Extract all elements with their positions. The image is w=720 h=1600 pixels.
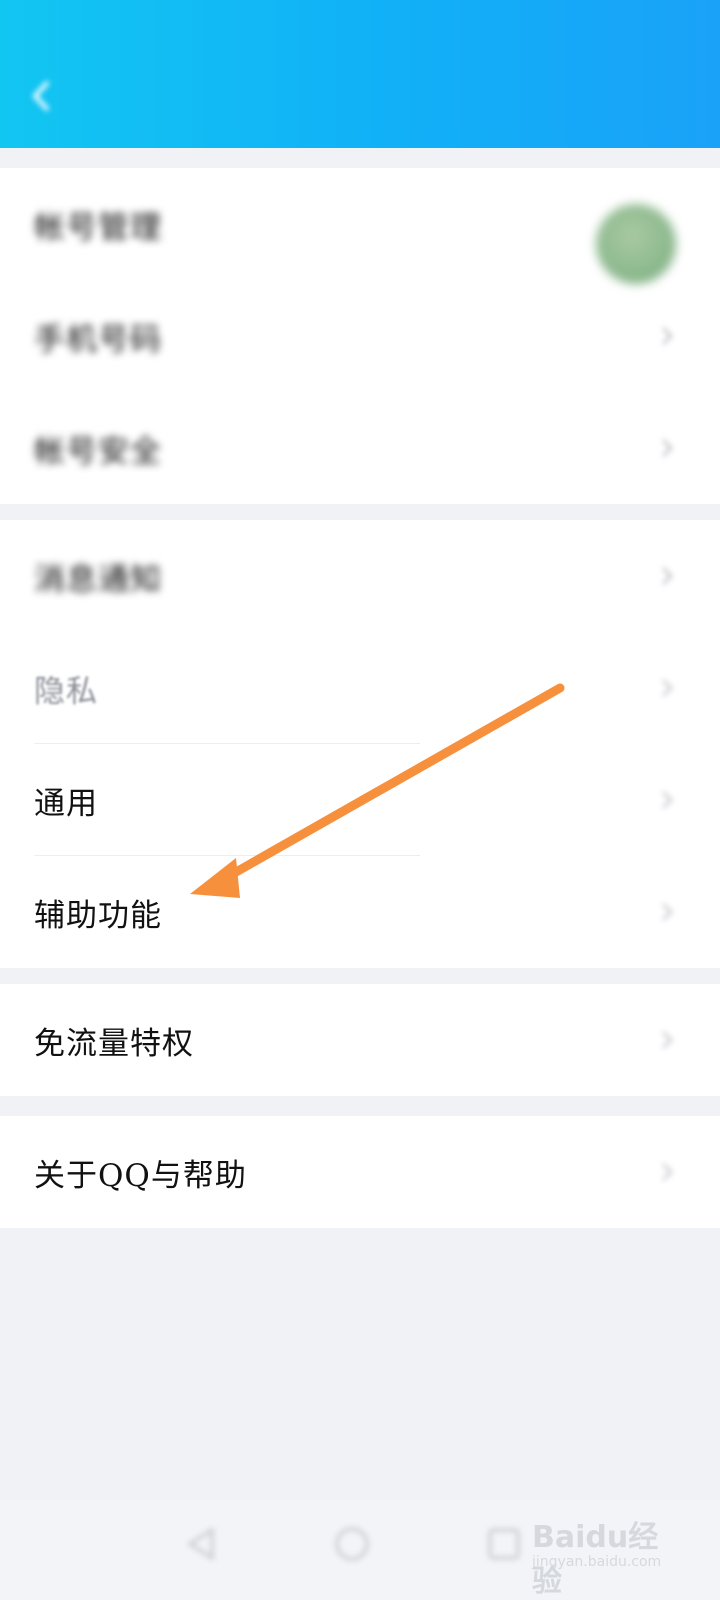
settings-row-notifications[interactable]: 消息通知	[0, 520, 720, 632]
row-label: 帐号安全	[34, 433, 162, 470]
settings-row-general[interactable]: 通用	[0, 744, 720, 856]
row-label: 辅助功能	[34, 897, 162, 934]
settings-row-account-management[interactable]: 帐号管理	[0, 168, 720, 284]
app-header	[0, 0, 720, 148]
chevron-right-icon	[662, 679, 673, 697]
row-label: 关于QQ与帮助	[34, 1157, 247, 1194]
chevron-right-icon	[662, 1163, 673, 1181]
settings-row-phone[interactable]: 手机号码	[0, 280, 720, 392]
chevron-right-icon	[662, 439, 673, 457]
chevron-right-icon	[662, 327, 673, 345]
row-label: 消息通知	[34, 561, 162, 598]
row-label: 免流量特权	[34, 1025, 194, 1062]
system-nav-bar: Baidu经验 jingyan.baidu.com	[0, 1500, 720, 1600]
settings-row-about[interactable]: 关于QQ与帮助	[0, 1116, 720, 1228]
watermark-url: jingyan.baidu.com	[532, 1554, 662, 1570]
settings-group-about: 关于QQ与帮助	[0, 1116, 720, 1228]
nav-home-icon[interactable]	[332, 1524, 372, 1564]
nav-recent-icon[interactable]	[484, 1524, 524, 1564]
chevron-right-icon	[662, 791, 673, 809]
row-label: 手机号码	[34, 321, 162, 358]
chevron-right-icon	[662, 1031, 673, 1049]
settings-row-accessibility[interactable]: 辅助功能	[0, 856, 720, 968]
avatar[interactable]	[596, 204, 676, 284]
settings-group-data: 免流量特权	[0, 984, 720, 1096]
row-label: 通用	[34, 785, 98, 822]
back-arrow-icon[interactable]	[30, 78, 54, 114]
baidu-watermark: Baidu经验 jingyan.baidu.com	[532, 1512, 682, 1599]
settings-row-account-security[interactable]: 帐号安全	[0, 392, 720, 504]
settings-group-general: 消息通知 隐私 通用 辅助功能	[0, 520, 720, 968]
settings-row-privacy[interactable]: 隐私	[0, 632, 720, 744]
chevron-right-icon	[662, 903, 673, 921]
row-label: 帐号管理	[34, 209, 162, 246]
status-bar	[0, 0, 720, 50]
row-label: 隐私	[34, 673, 98, 710]
settings-row-free-data[interactable]: 免流量特权	[0, 984, 720, 1096]
chevron-right-icon	[662, 567, 673, 585]
nav-back-icon[interactable]	[182, 1524, 222, 1564]
settings-group-account: 帐号管理 手机号码 帐号安全	[0, 168, 720, 504]
